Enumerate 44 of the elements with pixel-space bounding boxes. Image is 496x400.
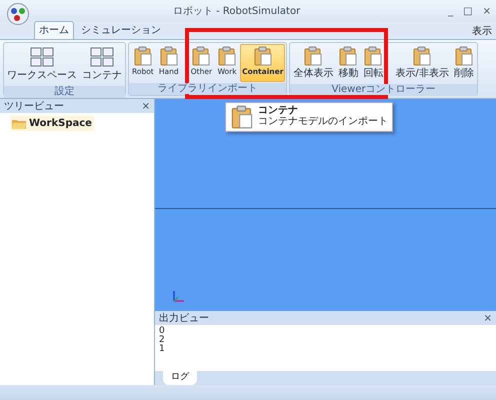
ribbon-button[interactable]: 全体表示 [291,44,336,83]
clipboard-icon [158,46,179,66]
clipboard-icon [338,46,358,66]
tooltip-description: コンテナモデルのインポート [258,116,388,128]
ribbon-button[interactable]: コンテナ [80,44,124,85]
clipboard-icon [252,46,273,66]
panel-title: 出力ビュー [159,312,209,326]
folder-icon [12,118,26,129]
group-label: 設定 [54,86,74,97]
group-label: Viewerコントローラー [332,84,436,95]
ribbon-tab[interactable]: シミュレーション [76,21,166,39]
log-line: 0 [159,327,166,336]
output-tab[interactable]: ログ [163,371,197,385]
view-menu[interactable]: 表示 [472,24,496,39]
ribbon-button[interactable]: 削除 [452,44,476,83]
clipboard-icon [132,46,153,66]
app-logo-icon[interactable] [6,3,30,25]
ribbon-button[interactable]: 表示/非表示 [393,44,451,83]
tooltip-title: コンテナ [258,105,299,116]
clipboard-icon [191,46,212,66]
ribbon-button[interactable]: 移動 [336,44,360,83]
close-button[interactable]: × [484,310,492,326]
windows-icon [90,46,114,68]
window-title: ロボット - RobotSimulator [172,4,302,18]
minimize-button[interactable]: _ [443,4,458,18]
ribbon-button[interactable]: ワークスペース [5,44,79,85]
panel-title: ツリービュー [4,100,64,114]
ribbon-tab[interactable]: ホーム [34,21,74,39]
log-line: 2 [159,336,166,345]
maximize-button[interactable]: □ [458,4,478,18]
log-line: 1 [159,345,166,354]
ribbon-button[interactable]: 回転 [361,44,386,83]
clipboard-icon [303,46,324,66]
windows-icon [30,46,54,68]
clipboard-icon [412,46,432,66]
tree-item[interactable]: WorkSpace [10,116,94,131]
axis-icon [171,289,185,303]
close-button[interactable]: × [142,98,150,114]
group-label: ライブラリインポート [158,83,258,94]
clipboard-icon [363,46,384,66]
clipboard-icon [230,105,254,129]
clipboard-icon [454,46,474,66]
clipboard-icon [217,46,238,66]
close-button[interactable]: × [478,4,496,18]
